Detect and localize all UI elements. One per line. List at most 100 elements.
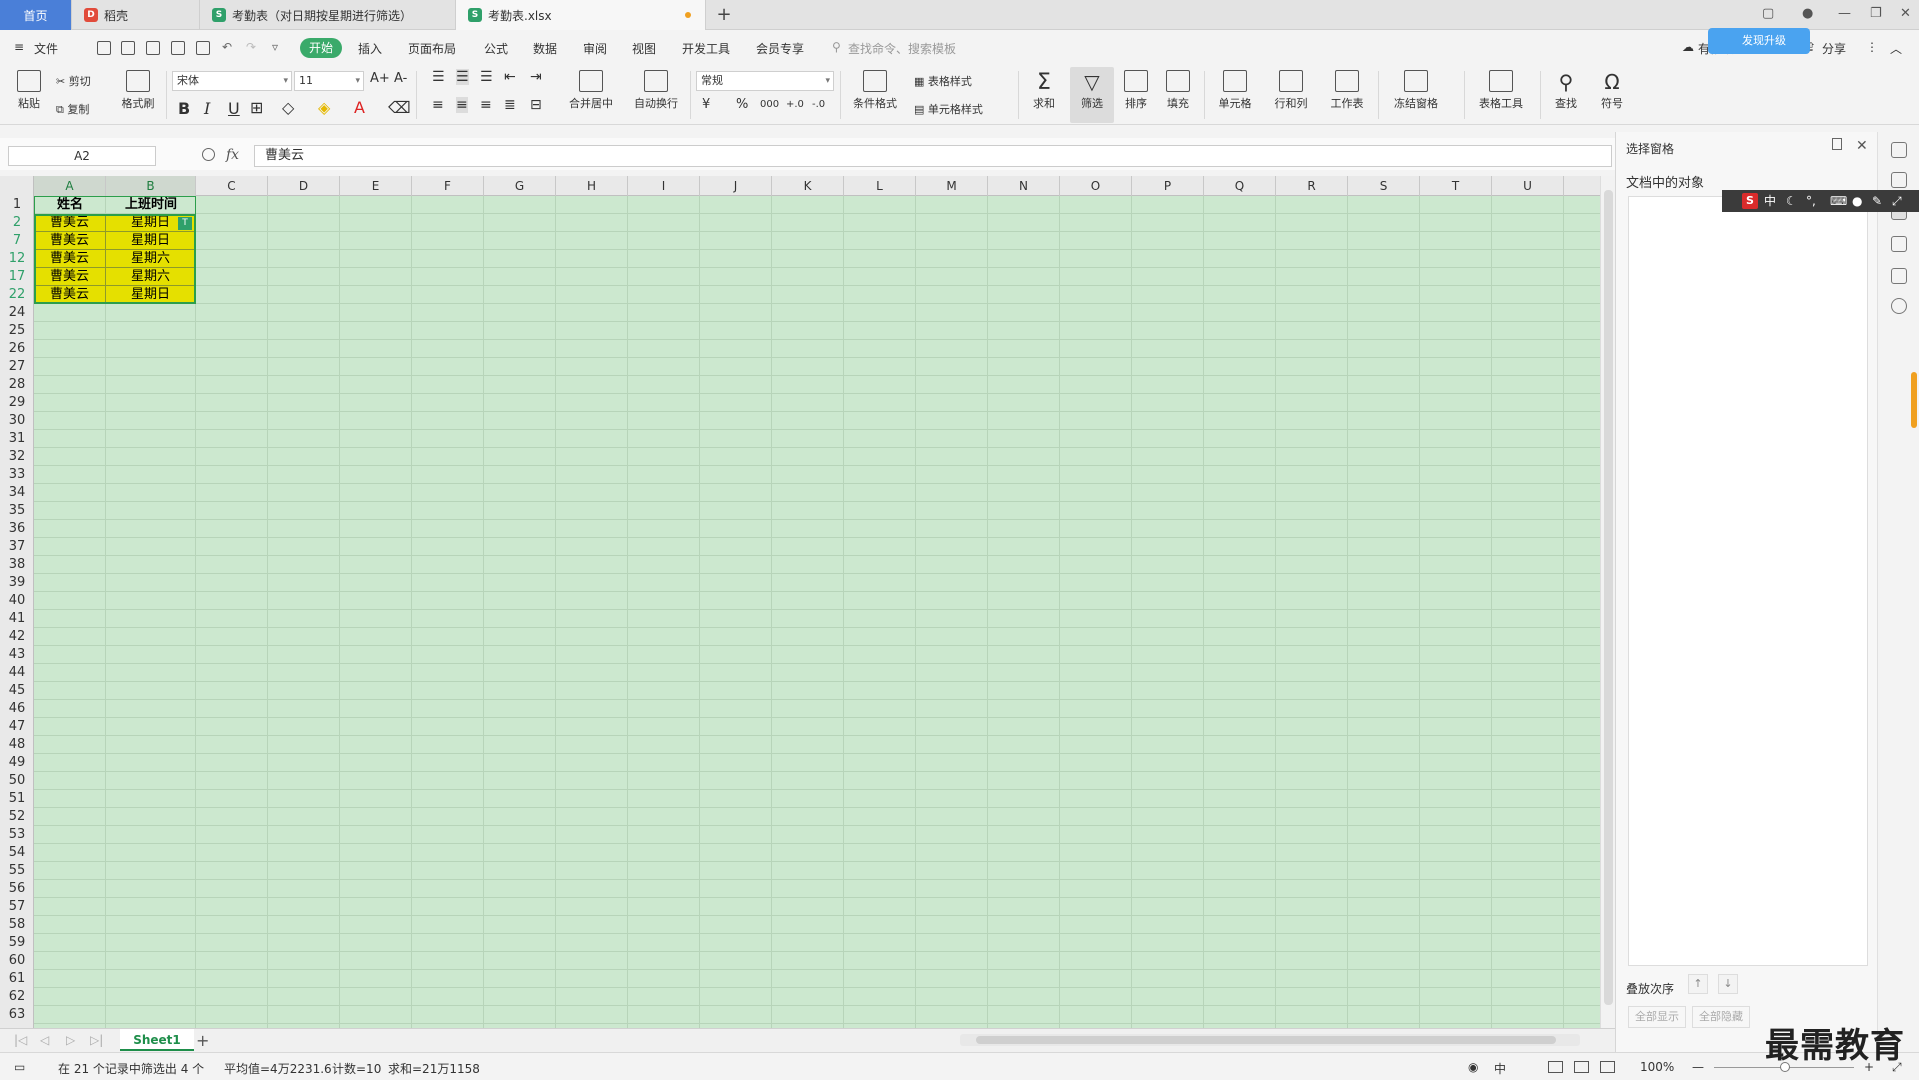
row-header-47[interactable]: 47 — [0, 718, 34, 736]
row-header-24[interactable]: 24 — [0, 304, 34, 322]
decrease-decimal-button[interactable]: -.0 — [812, 99, 825, 110]
increase-decimal-button[interactable]: +.0 — [786, 99, 804, 110]
close-pane-icon[interactable]: ✕ — [1856, 138, 1868, 154]
format-icon[interactable] — [1891, 268, 1907, 284]
row-header-44[interactable]: 44 — [0, 664, 34, 682]
table-style-button[interactable]: ▦ 表格样式 — [914, 73, 972, 89]
row-header-61[interactable]: 61 — [0, 970, 34, 988]
column-header-d[interactable]: D — [268, 176, 340, 196]
tab-document-active[interactable]: S 考勤表.xlsx — [456, 0, 706, 30]
hide-all-button[interactable]: 全部隐藏 — [1692, 1006, 1750, 1028]
merge-center-button[interactable]: 合并居中 — [560, 70, 622, 111]
border-icon[interactable]: ⊞ — [250, 98, 263, 117]
function-button[interactable]: fx — [226, 147, 239, 163]
row-header-40[interactable]: 40 — [0, 592, 34, 610]
punctuation-icon[interactable]: °, — [1806, 190, 1816, 212]
column-header-e[interactable]: E — [340, 176, 412, 196]
send-backward-icon[interactable]: ↓ — [1718, 974, 1738, 994]
zoom-level[interactable]: 100% — [1640, 1060, 1674, 1074]
sum-button[interactable]: Σ 求和 — [1024, 70, 1064, 111]
column-header-f[interactable]: F — [412, 176, 484, 196]
new-doc-icon[interactable] — [97, 41, 111, 55]
filter-button[interactable]: ▽ 筛选 — [1070, 70, 1114, 111]
row-header-63[interactable]: 63 — [0, 1006, 34, 1024]
show-all-button[interactable]: 全部显示 — [1628, 1006, 1686, 1028]
column-header-i[interactable]: I — [628, 176, 700, 196]
input-lang-toggle[interactable]: 中 — [1494, 1060, 1506, 1077]
menu-developer[interactable]: 开发工具 — [682, 40, 730, 57]
find-button[interactable]: ⚲ 查找 — [1546, 70, 1586, 111]
align-left-icon[interactable]: ≡ — [432, 97, 444, 113]
vertical-scrollbar[interactable] — [1600, 176, 1615, 1028]
paste-button[interactable]: 粘贴 — [10, 70, 48, 111]
table-cell[interactable]: 星期日 — [106, 286, 196, 304]
eye-protection-icon[interactable]: ◉ — [1468, 1060, 1478, 1074]
prev-sheet-icon[interactable]: ◁ — [40, 1033, 49, 1047]
tab-home[interactable]: 首页 — [0, 0, 72, 30]
number-format-select[interactable]: 常规 — [696, 71, 834, 91]
undo-icon[interactable]: ↶ — [222, 40, 232, 54]
menu-start[interactable]: 开始 — [300, 38, 342, 58]
row-header-26[interactable]: 26 — [0, 340, 34, 358]
conditional-format-button[interactable]: 条件格式 — [846, 70, 904, 111]
collapse-ribbon-icon[interactable]: ︿ — [1890, 40, 1902, 57]
fill-style-icon[interactable]: ◇ — [282, 98, 294, 117]
row-header-57[interactable]: 57 — [0, 898, 34, 916]
new-tab-button[interactable]: + — [712, 4, 736, 26]
save-icon[interactable] — [121, 41, 135, 55]
column-header-b[interactable]: B — [106, 176, 196, 196]
export-pdf-icon[interactable] — [146, 41, 160, 55]
column-header-n[interactable]: N — [988, 176, 1060, 196]
row-header-42[interactable]: 42 — [0, 628, 34, 646]
row-header-31[interactable]: 31 — [0, 430, 34, 448]
objects-list[interactable] — [1628, 196, 1868, 966]
italic-button[interactable]: I — [204, 99, 210, 118]
freeze-panes-button[interactable]: 冻结窗格 — [1384, 70, 1448, 111]
underline-button[interactable]: U — [228, 99, 240, 118]
column-header-o[interactable]: O — [1060, 176, 1132, 196]
table-tools-button[interactable]: 表格工具 — [1470, 70, 1532, 111]
row-header-38[interactable]: 38 — [0, 556, 34, 574]
table-cell[interactable]: 曹美云 — [34, 232, 106, 250]
row-header-50[interactable]: 50 — [0, 772, 34, 790]
row-col-button[interactable]: 行和列 — [1266, 70, 1316, 111]
row-header-35[interactable]: 35 — [0, 502, 34, 520]
align-middle-icon[interactable]: ☰ — [456, 69, 469, 85]
row-header-29[interactable]: 29 — [0, 394, 34, 412]
cut-button[interactable]: ✂ 剪切 — [56, 73, 91, 89]
font-grow-icon[interactable]: A+ — [370, 71, 390, 86]
page-layout-view-icon[interactable] — [1574, 1061, 1589, 1073]
formula-input[interactable]: 曹美云 — [254, 145, 1612, 167]
row-header-54[interactable]: 54 — [0, 844, 34, 862]
print-preview-icon[interactable] — [196, 41, 210, 55]
column-header-a[interactable]: A — [34, 176, 106, 196]
clear-format-icon[interactable]: ⌫ — [388, 98, 411, 117]
last-sheet-icon[interactable]: ▷| — [90, 1033, 103, 1047]
redo-icon[interactable]: ↷ — [246, 40, 256, 54]
copy-button[interactable]: ⧉ 复制 — [56, 101, 89, 117]
indent-increase-icon[interactable]: ⇥ — [530, 69, 542, 85]
avatar[interactable]: ● — [1802, 6, 1813, 21]
hamburger-icon[interactable]: ≡ — [14, 40, 24, 54]
close-window-icon[interactable]: ✕ — [1900, 6, 1911, 21]
column-header-u[interactable]: U — [1492, 176, 1564, 196]
symbol-button[interactable]: Ω 符号 — [1592, 70, 1632, 111]
ime-mode[interactable]: 中 — [1764, 190, 1776, 212]
row-header-30[interactable]: 30 — [0, 412, 34, 430]
row-header-22[interactable]: 22 — [0, 286, 34, 304]
row-header-39[interactable]: 39 — [0, 574, 34, 592]
row-header-58[interactable]: 58 — [0, 916, 34, 934]
row-header-2[interactable]: 2 — [0, 214, 34, 232]
send-icon[interactable] — [1891, 172, 1907, 188]
next-sheet-icon[interactable]: ▷ — [66, 1033, 75, 1047]
sort-button[interactable]: 排序 — [1116, 70, 1156, 111]
vertical-scrollbar-thumb[interactable] — [1604, 190, 1613, 1005]
column-header-l[interactable]: L — [844, 176, 916, 196]
worksheet-button[interactable]: 工作表 — [1322, 70, 1372, 111]
restore-icon[interactable]: ❐ — [1870, 6, 1882, 21]
window-count-icon[interactable]: ▢ — [1762, 6, 1774, 21]
moon-icon[interactable]: ☾ — [1786, 190, 1797, 212]
row-header-46[interactable]: 46 — [0, 700, 34, 718]
bold-button[interactable]: B — [178, 99, 190, 118]
column-header-r[interactable]: R — [1276, 176, 1348, 196]
